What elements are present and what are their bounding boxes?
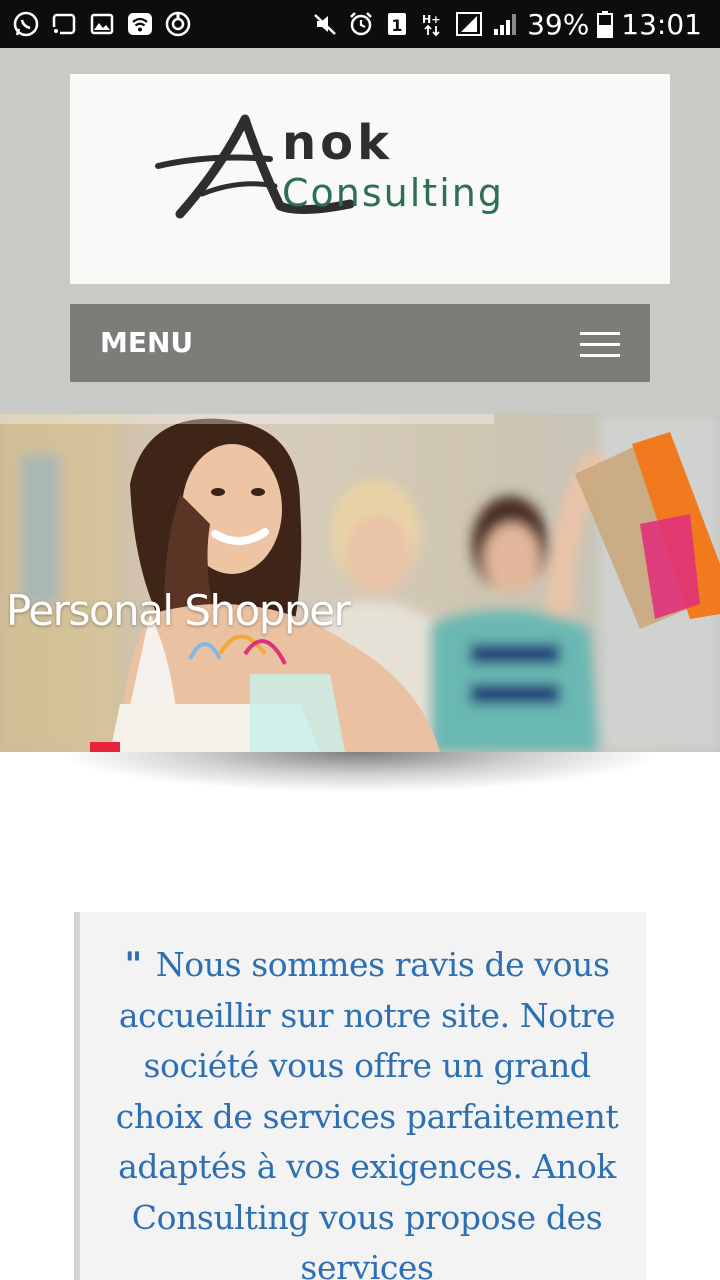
whatsapp-icon: [13, 11, 39, 37]
signal-icon: [456, 12, 483, 36]
sim-1-icon: 1: [388, 13, 407, 35]
hero-title: Personal Shopper: [6, 586, 351, 635]
clock: 13:01: [621, 7, 702, 41]
system-icons: 1 H+ 39% 13:01: [311, 0, 702, 48]
status-bar: 1 H+ 39% 13:01: [0, 0, 720, 48]
signal-bars-icon: [494, 14, 517, 35]
hamburger-icon[interactable]: [580, 332, 620, 358]
image-icon: [90, 13, 114, 35]
sync-icon: [165, 11, 191, 37]
quote-text: Nous sommes ravis de vous accueillir sur…: [115, 945, 619, 1280]
menu-label: MENU: [100, 326, 194, 359]
battery-icon: [597, 11, 614, 38]
site-header: nok Consulting MENU: [0, 48, 720, 414]
quote-icon: ": [124, 945, 142, 985]
site-logo[interactable]: nok Consulting: [70, 74, 670, 284]
screen-cast-icon: [52, 13, 76, 35]
svg-text:H+: H+: [422, 13, 440, 26]
anok-consulting-logo: nok Consulting: [155, 114, 504, 219]
welcome-quote: " Nous sommes ravis de vous accueillir su…: [74, 912, 646, 1280]
menu-toggle[interactable]: MENU: [70, 304, 650, 382]
logo-text-consulting: Consulting: [282, 171, 504, 215]
quote-body: " Nous sommes ravis de vous accueillir su…: [102, 940, 632, 1280]
mute-icon: [314, 14, 336, 35]
battery-percent: 39%: [527, 7, 590, 41]
logo-text-nok: nok: [282, 115, 393, 171]
svg-text:1: 1: [391, 16, 402, 35]
hero-image: [0, 414, 720, 752]
hplus-data-icon: H+: [422, 13, 441, 37]
wifi-icon: [128, 13, 152, 35]
hero-banner: Personal Shopper: [0, 414, 720, 752]
notification-icons: [12, 8, 192, 40]
hero-shadow: [0, 752, 720, 802]
alarm-icon: [350, 12, 372, 36]
